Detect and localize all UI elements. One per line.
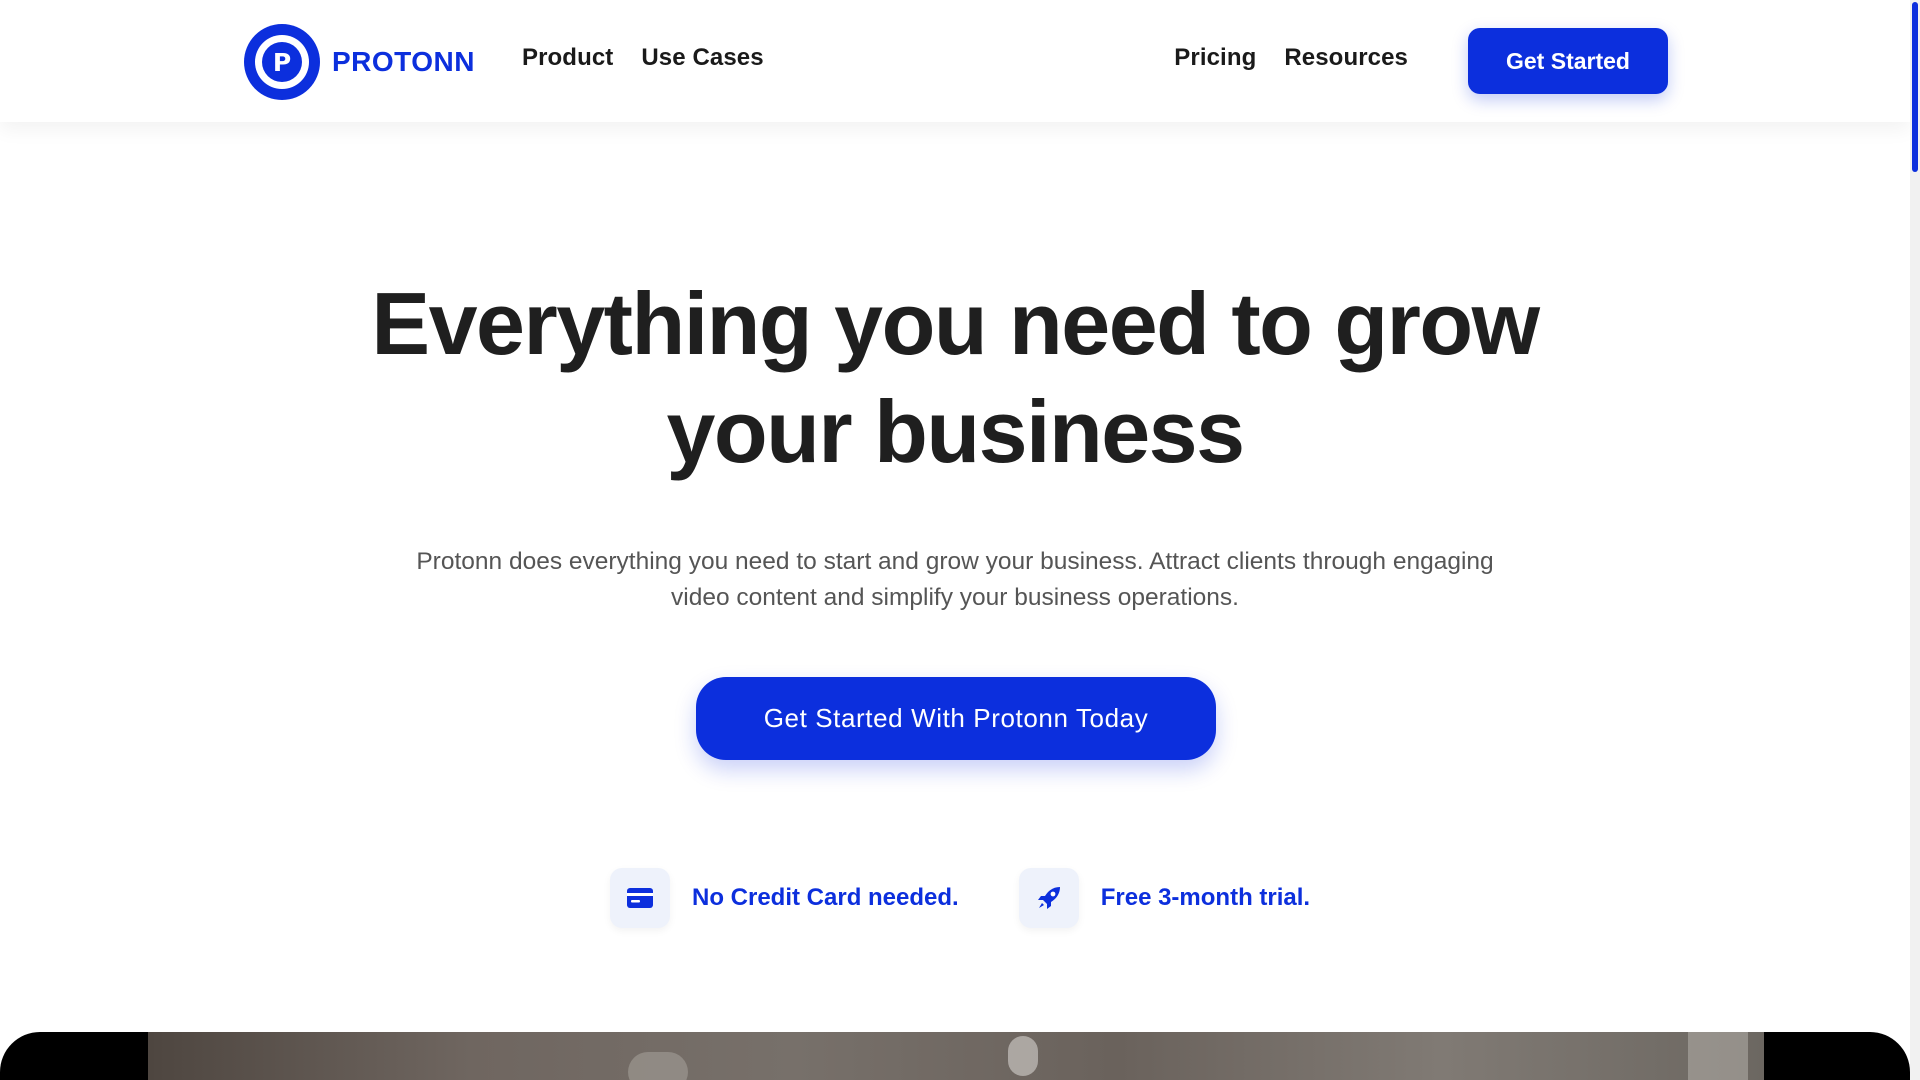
credit-card-icon bbox=[610, 868, 670, 928]
hero-video[interactable] bbox=[0, 1032, 1910, 1080]
page-scrollbar[interactable] bbox=[1910, 0, 1920, 1080]
feature-no-credit-card: No Credit Card needed. bbox=[610, 868, 959, 928]
logo-text: PROTONN bbox=[332, 46, 475, 77]
feature-free-trial: Free 3-month trial. bbox=[1018, 868, 1311, 928]
rocket-icon bbox=[1018, 868, 1079, 928]
get-started-button[interactable]: Get Started bbox=[1468, 28, 1668, 94]
video-frame bbox=[148, 1032, 1764, 1080]
logo-letter: P bbox=[262, 42, 302, 82]
protonn-logo-icon: P bbox=[244, 24, 320, 100]
scrollbar-thumb[interactable] bbox=[1912, 2, 1918, 172]
site-header: P PROTONN Product Use Cases Pricing Reso… bbox=[0, 0, 1910, 122]
landing-page: P PROTONN Product Use Cases Pricing Reso… bbox=[0, 0, 1910, 1080]
primary-nav: Product Use Cases bbox=[522, 44, 764, 72]
nav-link-resources[interactable]: Resources bbox=[1284, 44, 1408, 72]
nav-link-use-cases[interactable]: Use Cases bbox=[641, 44, 763, 72]
nav-link-pricing[interactable]: Pricing bbox=[1174, 44, 1256, 72]
logo-link[interactable]: P PROTONN bbox=[244, 24, 475, 100]
hero-title: Everything you need to grow your busines… bbox=[371, 274, 1540, 481]
get-started-today-button[interactable]: Get Started With Protonn Today bbox=[696, 677, 1216, 760]
feature-label: Free 3-month trial. bbox=[1100, 884, 1311, 911]
secondary-nav: Pricing Resources bbox=[1174, 44, 1408, 72]
feature-label: No Credit Card needed. bbox=[692, 884, 959, 911]
nav-link-product[interactable]: Product bbox=[522, 44, 613, 72]
feature-highlights: No Credit Card needed. Free 3-month tria… bbox=[610, 868, 1310, 928]
hero-subtitle: Protonn does everything you need to star… bbox=[416, 548, 1494, 611]
